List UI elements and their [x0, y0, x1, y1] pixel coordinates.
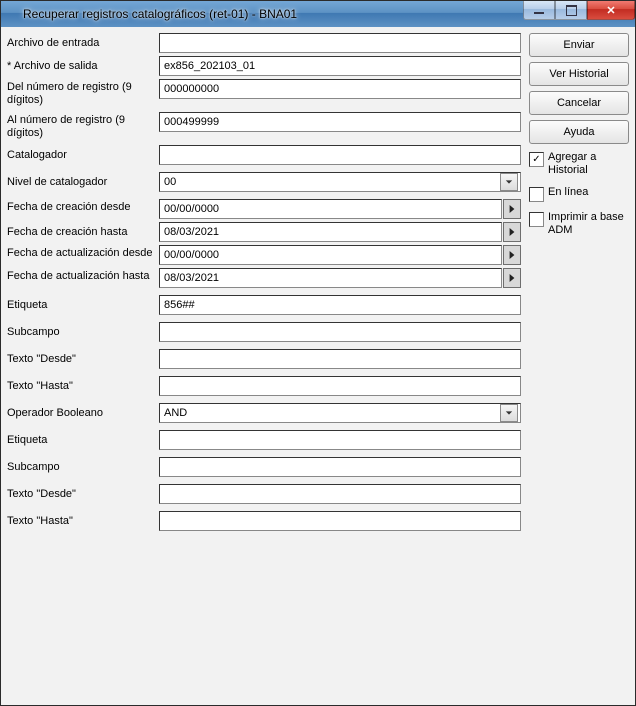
input-archivo-salida[interactable] [159, 56, 521, 76]
date-picker-button[interactable] [503, 245, 521, 265]
label-subcampo: Subcampo [5, 324, 159, 341]
label-nivel-catalogador: Nivel de catalogador [5, 174, 159, 191]
app-window: Recuperar registros catalográficos (ret-… [0, 0, 636, 706]
checkbox-row-imprimir-base-adm: Imprimir a base ADM [529, 209, 629, 239]
minimize-icon [534, 12, 544, 14]
label-fecha-actualizacion-hasta: Fecha de actualización hasta [5, 268, 159, 285]
select-nivel-catalogador-value: 00 [164, 176, 500, 188]
input-subcampo[interactable] [159, 322, 521, 342]
checkbox-agregar-historial[interactable] [529, 152, 544, 167]
titlebar: Recuperar registros catalográficos (ret-… [1, 1, 635, 27]
maximize-button[interactable] [555, 1, 587, 20]
date-picker-button[interactable] [503, 268, 521, 288]
label-texto-hasta: Texto "Hasta" [5, 378, 159, 395]
enviar-button[interactable]: Enviar [529, 33, 629, 57]
label-texto-hasta-2: Texto "Hasta" [5, 513, 159, 530]
minimize-button[interactable] [523, 1, 555, 20]
ayuda-button[interactable]: Ayuda [529, 120, 629, 144]
chevron-down-icon [500, 173, 518, 191]
input-archivo-entrada[interactable] [159, 33, 521, 53]
select-operador-booleano-value: AND [164, 407, 500, 419]
input-texto-desde[interactable] [159, 349, 521, 369]
input-subcampo-2[interactable] [159, 457, 521, 477]
ver-historial-button[interactable]: Ver Historial [529, 62, 629, 86]
checkbox-row-agregar-historial: Agregar a Historial [529, 149, 629, 179]
side-panel: Enviar Ver Historial Cancelar Ayuda Agre… [527, 27, 635, 705]
label-texto-desde: Texto "Desde" [5, 351, 159, 368]
label-etiqueta: Etiqueta [5, 297, 159, 314]
input-fecha-actualizacion-hasta[interactable] [159, 268, 502, 288]
date-picker-button[interactable] [503, 199, 521, 219]
chevron-right-icon [508, 204, 516, 214]
checkbox-label-en-linea: En línea [548, 186, 588, 199]
cancelar-button[interactable]: Cancelar [529, 91, 629, 115]
input-etiqueta-2[interactable] [159, 430, 521, 450]
checkbox-row-en-linea: En línea [529, 184, 629, 204]
close-icon: ✕ [606, 4, 615, 17]
select-nivel-catalogador[interactable]: 00 [159, 172, 521, 192]
chevron-down-icon [500, 404, 518, 422]
checkbox-label-agregar-historial: Agregar a Historial [548, 151, 629, 177]
chevron-right-icon [508, 273, 516, 283]
input-texto-desde-2[interactable] [159, 484, 521, 504]
checkbox-en-linea[interactable] [529, 187, 544, 202]
label-operador-booleano: Operador Booleano [5, 405, 159, 422]
input-al-numero[interactable] [159, 112, 521, 132]
input-catalogador[interactable] [159, 145, 521, 165]
input-texto-hasta-2[interactable] [159, 511, 521, 531]
window-title: Recuperar registros catalográficos (ret-… [21, 1, 523, 27]
input-fecha-creacion-desde[interactable] [159, 199, 502, 219]
input-fecha-creacion-hasta[interactable] [159, 222, 502, 242]
label-fecha-actualizacion-desde: Fecha de actualización desde [5, 245, 159, 262]
select-operador-booleano[interactable]: AND [159, 403, 521, 423]
label-fecha-creacion-desde: Fecha de creación desde [5, 199, 159, 216]
label-archivo-salida: * Archivo de salida [5, 58, 159, 75]
label-al-numero: Al número de registro (9 dígitos) [5, 112, 159, 142]
label-subcampo-2: Subcampo [5, 459, 159, 476]
form-panel: Archivo de entrada * Archivo de salida D… [1, 27, 527, 705]
client-area: Archivo de entrada * Archivo de salida D… [1, 27, 635, 705]
checkbox-imprimir-base-adm[interactable] [529, 212, 544, 227]
close-button[interactable]: ✕ [587, 1, 635, 20]
label-del-numero: Del número de registro (9 dígitos) [5, 79, 159, 109]
chevron-right-icon [508, 250, 516, 260]
label-texto-desde-2: Texto "Desde" [5, 486, 159, 503]
input-etiqueta[interactable] [159, 295, 521, 315]
date-picker-button[interactable] [503, 222, 521, 242]
input-texto-hasta[interactable] [159, 376, 521, 396]
input-fecha-actualizacion-desde[interactable] [159, 245, 502, 265]
label-catalogador: Catalogador [5, 147, 159, 164]
label-etiqueta-2: Etiqueta [5, 432, 159, 449]
checkbox-label-imprimir-base-adm: Imprimir a base ADM [548, 211, 629, 237]
label-fecha-creacion-hasta: Fecha de creación hasta [5, 224, 159, 241]
window-controls: ✕ [523, 1, 635, 27]
maximize-icon [566, 5, 577, 16]
input-del-numero[interactable] [159, 79, 521, 99]
chevron-right-icon [508, 227, 516, 237]
label-archivo-entrada: Archivo de entrada [5, 35, 159, 52]
